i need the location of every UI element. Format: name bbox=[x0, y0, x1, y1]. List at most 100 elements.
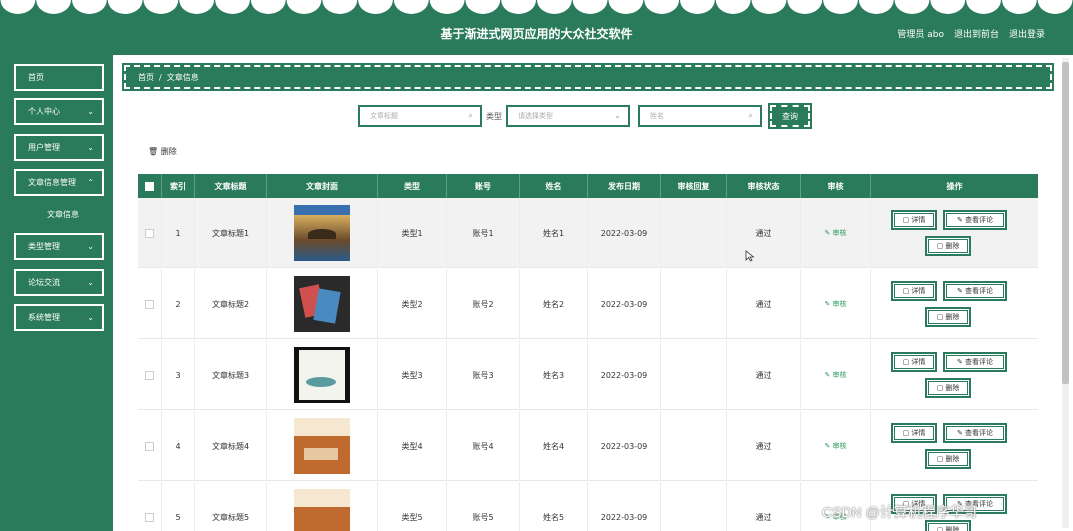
edit-icon: ✎ bbox=[956, 287, 966, 295]
row-checkbox[interactable] bbox=[145, 370, 154, 380]
delete-button[interactable]: ▢ 删除 bbox=[925, 449, 971, 469]
cell-type: 类型1 bbox=[378, 198, 447, 268]
row-checkbox-cell[interactable] bbox=[138, 340, 162, 410]
logout-link[interactable]: 退出登录 bbox=[1009, 27, 1045, 40]
name-search-input[interactable]: 姓名 ⌕ bbox=[638, 105, 762, 127]
cover-image bbox=[294, 347, 350, 403]
row-checkbox-cell[interactable] bbox=[138, 482, 162, 531]
view-comments-label: 查看评论 bbox=[965, 216, 994, 224]
sidebar-item-user-management[interactable]: 用户管理 ⌄ bbox=[14, 134, 104, 161]
table-header: 索引 文章标题 文章封面 类型 账号 姓名 发布日期 审核回复 审核状态 审核 … bbox=[138, 174, 1038, 198]
doc-icon: ▢ bbox=[902, 429, 912, 437]
delete-label: 删除 bbox=[945, 455, 960, 463]
sidebar-item-home[interactable]: 首页 bbox=[14, 64, 104, 91]
batch-delete-button[interactable]: 🗑 删除 bbox=[148, 146, 177, 157]
view-comments-label: 查看评论 bbox=[965, 429, 994, 437]
select-all-checkbox-cell[interactable] bbox=[138, 174, 162, 198]
view-comments-button[interactable]: ✎ 查看评论 bbox=[943, 210, 1007, 230]
sidebar-item-type-management[interactable]: 类型管理 ⌄ bbox=[14, 233, 104, 260]
table-row[interactable]: 3 文章标题3 类型3 账号3 姓名3 2022-03-09 通过 ✎ 审核 ▢ 详情 ✎ 查看评… bbox=[138, 340, 1038, 410]
cover-cell bbox=[267, 411, 378, 481]
scrollbar-thumb[interactable] bbox=[1062, 62, 1069, 384]
detail-button[interactable]: ▢ 详情 bbox=[891, 281, 937, 301]
cell-index: 3 bbox=[162, 340, 195, 410]
col-type: 类型 bbox=[378, 174, 447, 198]
sidebar-item-label: 系统管理 bbox=[28, 313, 60, 322]
search-row: 文章标题 ⌕ 类型 请选择类型 ⌄ 姓名 ⌕ 查询 bbox=[358, 103, 812, 129]
select-all-checkbox[interactable] bbox=[145, 181, 154, 191]
sidebar-item-label: 用户管理 bbox=[28, 143, 60, 152]
delete-button[interactable]: ▢ 删除 bbox=[925, 236, 971, 256]
view-comments-button[interactable]: ✎ 查看评论 bbox=[943, 423, 1007, 443]
cell-account: 账号1 bbox=[447, 198, 520, 268]
sidebar-item-article-management[interactable]: 文章信息管理 ⌃ bbox=[14, 169, 104, 196]
audit-label: 审核 bbox=[832, 442, 847, 450]
type-select[interactable]: 请选择类型 ⌄ bbox=[506, 105, 630, 127]
cell-name: 姓名4 bbox=[520, 411, 588, 481]
title-search-input[interactable]: 文章标题 ⌕ bbox=[358, 105, 482, 127]
cell-status: 通过 bbox=[727, 340, 801, 410]
audit-cell: ✎ 审核 bbox=[801, 198, 871, 268]
cell-reply bbox=[661, 269, 727, 339]
table-row[interactable]: 1 文章标题1 类型1 账号1 姓名1 2022-03-09 通过 ✎ 审核 ▢ 详情 ✎ 查看评… bbox=[138, 198, 1038, 268]
audit-link[interactable]: ✎ 审核 bbox=[824, 441, 846, 451]
table-row[interactable]: 2 文章标题2 类型2 账号2 姓名2 2022-03-09 通过 ✎ 审核 ▢ 详情 ✎ 查看评… bbox=[138, 269, 1038, 339]
audit-link[interactable]: ✎ 审核 bbox=[824, 370, 846, 380]
detail-label: 详情 bbox=[911, 287, 926, 295]
trash-icon: ▢ bbox=[936, 526, 946, 531]
row-checkbox[interactable] bbox=[145, 228, 154, 238]
edit-icon: ✎ bbox=[956, 429, 966, 437]
delete-label: 删除 bbox=[945, 384, 960, 392]
delete-label: 删除 bbox=[945, 313, 960, 321]
cell-name: 姓名5 bbox=[520, 482, 588, 531]
query-button[interactable]: 查询 bbox=[768, 103, 812, 129]
cell-title: 文章标题4 bbox=[195, 411, 267, 481]
delete-label: 删除 bbox=[945, 242, 960, 250]
back-to-front-link[interactable]: 退出到前台 bbox=[954, 27, 999, 40]
col-title: 文章标题 bbox=[195, 174, 267, 198]
row-checkbox-cell[interactable] bbox=[138, 269, 162, 339]
row-checkbox-cell[interactable] bbox=[138, 411, 162, 481]
detail-button[interactable]: ▢ 详情 bbox=[891, 423, 937, 443]
cell-type: 类型2 bbox=[378, 269, 447, 339]
cell-date: 2022-03-09 bbox=[588, 482, 661, 531]
submenu-article-info[interactable]: 文章信息 bbox=[47, 209, 79, 220]
view-comments-button[interactable]: ✎ 查看评论 bbox=[943, 281, 1007, 301]
detail-button[interactable]: ▢ 详情 bbox=[891, 210, 937, 230]
row-checkbox[interactable] bbox=[145, 441, 154, 451]
cell-date: 2022-03-09 bbox=[588, 198, 661, 268]
delete-button[interactable]: ▢ 删除 bbox=[925, 307, 971, 327]
audit-link[interactable]: ✎ 审核 bbox=[824, 228, 846, 238]
cover-image bbox=[294, 489, 350, 531]
breadcrumb-home[interactable]: 首页 bbox=[138, 72, 154, 83]
sidebar-item-personal-center[interactable]: 个人中心 ⌄ bbox=[14, 98, 104, 125]
top-bar: 基于渐进式网页应用的大众社交软件 管理员 abo 退出到前台 退出登录 bbox=[0, 0, 1073, 55]
view-comments-button[interactable]: ✎ 查看评论 bbox=[943, 352, 1007, 372]
table-row[interactable]: 4 文章标题4 类型4 账号4 姓名4 2022-03-09 通过 ✎ 审核 ▢ 详情 ✎ 查看评… bbox=[138, 411, 1038, 481]
view-comments-label: 查看评论 bbox=[965, 287, 994, 295]
cell-index: 4 bbox=[162, 411, 195, 481]
cell-title: 文章标题2 bbox=[195, 269, 267, 339]
cell-date: 2022-03-09 bbox=[588, 340, 661, 410]
cell-account: 账号5 bbox=[447, 482, 520, 531]
breadcrumb-separator: / bbox=[159, 72, 162, 82]
cell-date: 2022-03-09 bbox=[588, 411, 661, 481]
trash-icon: ▢ bbox=[936, 455, 946, 463]
chevron-down-icon: ⌄ bbox=[87, 242, 94, 251]
detail-button[interactable]: ▢ 详情 bbox=[891, 352, 937, 372]
sidebar-item-system-management[interactable]: 系统管理 ⌄ bbox=[14, 304, 104, 331]
row-checkbox-cell[interactable] bbox=[138, 198, 162, 268]
row-checkbox[interactable] bbox=[145, 512, 154, 522]
row-checkbox[interactable] bbox=[145, 299, 154, 309]
actions-cell: ▢ 详情 ✎ 查看评论 ▢ 删除 bbox=[871, 198, 1038, 268]
sidebar-item-forum[interactable]: 论坛交流 ⌄ bbox=[14, 269, 104, 296]
cell-account: 账号2 bbox=[447, 269, 520, 339]
cell-title: 文章标题5 bbox=[195, 482, 267, 531]
edit-icon: ✎ bbox=[824, 229, 833, 237]
cover-image bbox=[294, 276, 350, 332]
audit-link[interactable]: ✎ 审核 bbox=[824, 299, 846, 309]
cover-cell bbox=[267, 482, 378, 531]
cover-cell bbox=[267, 340, 378, 410]
mouse-cursor-icon bbox=[745, 250, 755, 262]
delete-button[interactable]: ▢ 删除 bbox=[925, 378, 971, 398]
